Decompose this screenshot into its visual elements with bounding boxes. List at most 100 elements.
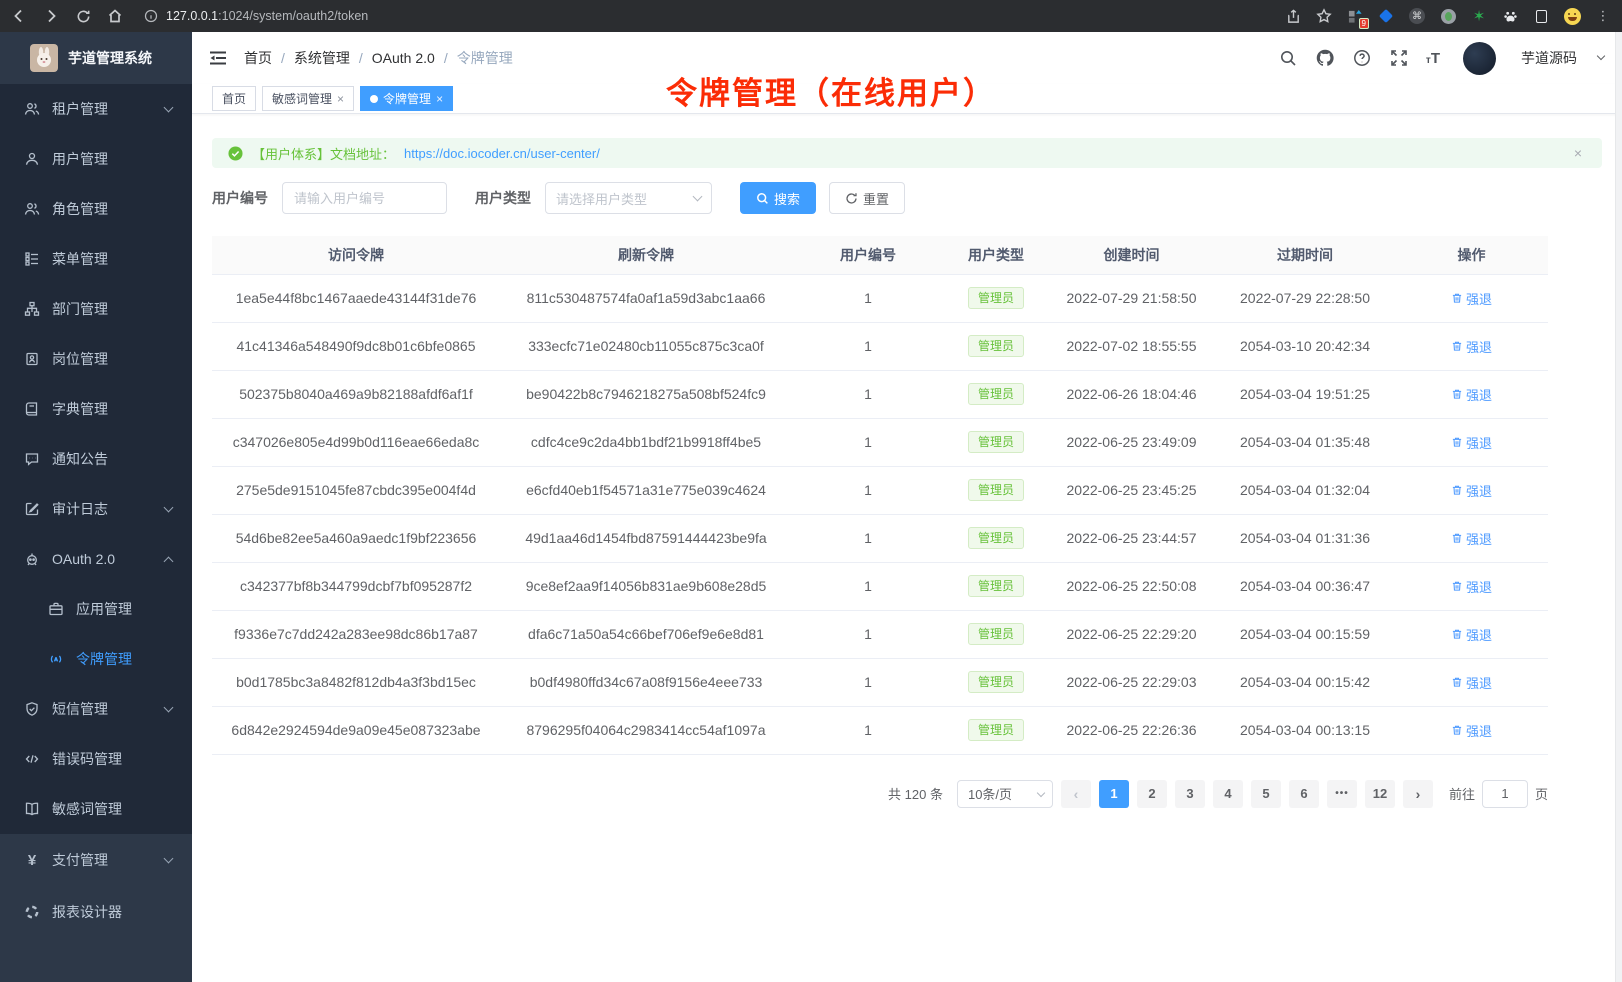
sidebar-item-错误码管理[interactable]: 错误码管理 (0, 734, 192, 784)
cmd-extension-icon[interactable]: ⌘ (1408, 7, 1426, 25)
column-header: 过期时间 (1215, 236, 1395, 274)
reload-icon[interactable] (74, 7, 92, 25)
search-icon[interactable] (1278, 48, 1298, 68)
user-type-select[interactable]: 请选择用户类型 (545, 182, 712, 214)
user-id-cell: 1 (792, 370, 944, 418)
sidebar-item-令牌管理[interactable]: 令牌管理 (0, 634, 192, 684)
address-bar[interactable]: 127.0.0.1:1024/system/oauth2/token (144, 9, 1270, 23)
breadcrumb-item[interactable]: OAuth 2.0 (372, 50, 435, 66)
tab-switcher-icon[interactable] (1532, 7, 1550, 25)
user-type-badge: 管理员 (968, 287, 1024, 309)
page-button-4[interactable]: 4 (1213, 780, 1243, 808)
help-icon[interactable] (1352, 48, 1372, 68)
page-button-3[interactable]: 3 (1175, 780, 1205, 808)
sidebar-item-字典管理[interactable]: 字典管理 (0, 384, 192, 434)
site-info-icon[interactable] (144, 9, 158, 23)
force-logout-button[interactable]: 强退 (1451, 673, 1492, 692)
sidebar-item-短信管理[interactable]: 短信管理 (0, 684, 192, 734)
github-icon[interactable] (1315, 48, 1335, 68)
action-cell: 强退 (1395, 514, 1548, 562)
page-button-12[interactable]: 12 (1365, 780, 1395, 808)
profile-avatar-icon[interactable] (1563, 7, 1581, 25)
page-size-select[interactable]: 10条/页 (957, 780, 1053, 808)
alert-close-icon[interactable]: × (1574, 145, 1586, 161)
sidebar-item-敏感词管理[interactable]: 敏感词管理 (0, 784, 192, 834)
breadcrumb-item[interactable]: 首页 (244, 48, 272, 68)
share-icon[interactable] (1284, 7, 1302, 25)
page-button-1[interactable]: 1 (1099, 780, 1129, 808)
collapse-sidebar-icon[interactable] (208, 48, 228, 68)
fullscreen-icon[interactable] (1389, 48, 1409, 68)
force-logout-button[interactable]: 强退 (1451, 289, 1492, 308)
errcode-icon (24, 751, 40, 767)
doc-link[interactable]: https://doc.iocoder.cn/user-center/ (404, 146, 600, 161)
next-page-button[interactable]: › (1403, 780, 1433, 808)
sidebar-item-应用管理[interactable]: 应用管理 (0, 584, 192, 634)
page-button-5[interactable]: 5 (1251, 780, 1281, 808)
expire-time-cell: 2054-03-04 01:31:36 (1215, 514, 1395, 562)
extension-badge: 9 (1359, 18, 1369, 29)
goto-page-input[interactable] (1482, 780, 1528, 808)
table-row: b0d1785bc3a8482f812db4a3f3bd15ecb0df4980… (212, 658, 1548, 706)
sidebar-item-OAuth 2.0[interactable]: OAuth 2.0 (0, 534, 192, 584)
sidebar-item-菜单管理[interactable]: 菜单管理 (0, 234, 192, 284)
sidebar-item-支付管理[interactable]: ¥ 支付管理 (0, 834, 192, 886)
chevron-down-icon (164, 503, 174, 513)
action-cell: 强退 (1395, 466, 1548, 514)
sidebar-item-审计日志[interactable]: 审计日志 (0, 484, 192, 534)
page-button-6[interactable]: 6 (1289, 780, 1319, 808)
close-icon[interactable]: × (436, 93, 443, 105)
bookmark-star-icon[interactable] (1315, 7, 1333, 25)
reset-button[interactable]: 重置 (829, 182, 905, 214)
sidebar-item-部门管理[interactable]: 部门管理 (0, 284, 192, 334)
user-id-label: 用户编号 (212, 188, 268, 208)
app-logo[interactable]: 芋道管理系统 (0, 32, 192, 84)
expire-time-cell: 2022-07-29 22:28:50 (1215, 274, 1395, 322)
force-logout-button[interactable]: 强退 (1451, 625, 1492, 644)
force-logout-label: 强退 (1466, 625, 1492, 644)
prev-page-button[interactable]: ‹ (1061, 780, 1091, 808)
user-id-input[interactable] (282, 182, 447, 214)
breadcrumb-item[interactable]: 系统管理 (294, 48, 350, 68)
force-logout-button[interactable]: 强退 (1451, 337, 1492, 356)
close-icon[interactable]: × (337, 93, 344, 105)
scrollbar[interactable] (1615, 32, 1622, 982)
expire-time-cell: 2054-03-10 20:42:34 (1215, 322, 1395, 370)
sidebar-item-报表设计器[interactable]: 报表设计器 (0, 886, 192, 938)
browser-menu-icon[interactable]: ⋮ (1594, 7, 1612, 25)
force-logout-button[interactable]: 强退 (1451, 577, 1492, 596)
more-pages-button[interactable]: ••• (1327, 780, 1357, 808)
sidebar-item-用户管理[interactable]: 用户管理 (0, 134, 192, 184)
font-size-icon[interactable]: тT (1426, 50, 1440, 67)
force-logout-button[interactable]: 强退 (1451, 385, 1492, 404)
back-icon[interactable] (10, 7, 28, 25)
force-logout-button[interactable]: 强退 (1451, 721, 1492, 740)
sidebar-item-label: OAuth 2.0 (52, 551, 165, 567)
tab-令牌管理[interactable]: 令牌管理 × (360, 86, 453, 111)
force-logout-button[interactable]: 强退 (1451, 529, 1492, 548)
force-logout-button[interactable]: 强退 (1451, 433, 1492, 452)
home-icon[interactable] (106, 7, 124, 25)
search-button[interactable]: 搜索 (740, 182, 816, 214)
star-extension-icon[interactable]: ✶ (1470, 7, 1488, 25)
gem-extension-icon[interactable] (1377, 7, 1395, 25)
tab-首页[interactable]: 首页 (212, 86, 256, 111)
force-logout-button[interactable]: 强退 (1451, 481, 1492, 500)
sidebar-item-label: 岗位管理 (52, 349, 178, 369)
username[interactable]: 芋道源码 (1521, 48, 1577, 68)
sidebar-item-通知公告[interactable]: 通知公告 (0, 434, 192, 484)
app-icon (48, 601, 64, 617)
forward-icon[interactable] (42, 7, 60, 25)
record-extension-icon[interactable] (1439, 7, 1457, 25)
page-button-2[interactable]: 2 (1137, 780, 1167, 808)
user-menu-caret-icon[interactable] (1597, 52, 1605, 60)
sidebar-item-租户管理[interactable]: 租户管理 (0, 84, 192, 134)
sidebar-item-label: 菜单管理 (52, 249, 178, 269)
sidebar-item-岗位管理[interactable]: 岗位管理 (0, 334, 192, 384)
user-avatar[interactable] (1463, 42, 1496, 75)
column-header: 创建时间 (1048, 236, 1215, 274)
sidebar-item-角色管理[interactable]: 角色管理 (0, 184, 192, 234)
paw-extension-icon[interactable] (1501, 7, 1519, 25)
tab-敏感词管理[interactable]: 敏感词管理 × (262, 86, 354, 111)
extension-icon[interactable]: 9 (1346, 7, 1364, 25)
